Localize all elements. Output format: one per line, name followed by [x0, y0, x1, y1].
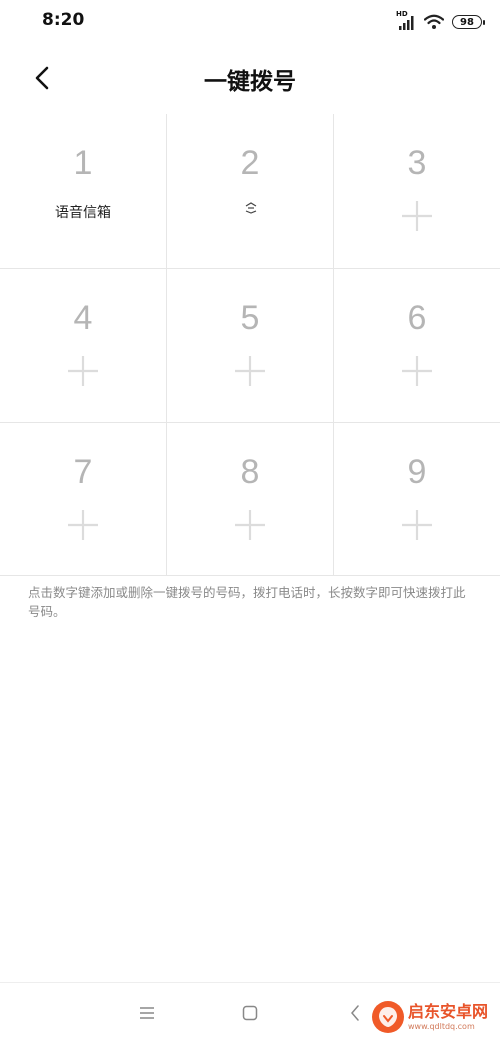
- watermark: 启东安卓网 www.qdltdq.com: [372, 996, 500, 1038]
- home-icon: [242, 1005, 258, 1021]
- plus-icon: [68, 510, 98, 540]
- speed-dial-key-1[interactable]: 1 语音信箱: [0, 114, 166, 268]
- plus-icon: [235, 510, 265, 540]
- plus-icon: [402, 201, 432, 231]
- key-number: 6: [407, 299, 427, 337]
- speed-dial-grid: 1 语音信箱 2 3 4 5 6 7 8 9: [0, 114, 500, 576]
- key-number: 7: [73, 453, 93, 491]
- voicemail-label: 语音信箱: [55, 205, 111, 221]
- key-number: 1: [73, 144, 93, 182]
- page-title: 一键拨号: [204, 69, 296, 95]
- battery-level: 98: [460, 16, 474, 28]
- header: 一键拨号: [0, 44, 500, 114]
- key-number: 8: [240, 453, 260, 491]
- speed-dial-key-5[interactable]: 5: [167, 269, 333, 423]
- watermark-logo-icon: [372, 1001, 404, 1033]
- back-icon: [351, 1005, 359, 1021]
- home-button[interactable]: [238, 1001, 262, 1025]
- watermark-title: 启东安卓网: [408, 1001, 489, 1021]
- signal-icon: HD: [396, 10, 416, 31]
- speed-dial-key-6[interactable]: 6: [334, 269, 500, 423]
- speed-dial-key-3[interactable]: 3: [334, 114, 500, 268]
- key-number: 5: [240, 299, 260, 337]
- battery-icon: 98: [452, 15, 485, 29]
- speed-dial-key-9[interactable]: 9: [334, 423, 500, 577]
- speed-dial-key-7[interactable]: 7: [0, 423, 166, 577]
- plus-icon: [68, 356, 98, 386]
- status-bar: 8:20 HD 98: [0, 0, 500, 44]
- key-number: 4: [73, 299, 93, 337]
- status-icons: HD 98: [396, 10, 485, 32]
- system-back-button[interactable]: [343, 1001, 367, 1025]
- plus-icon: [402, 356, 432, 386]
- menu-icon: [140, 1007, 154, 1019]
- key-number: 2: [240, 144, 260, 182]
- contact-icon: [245, 202, 257, 214]
- status-time: 8:20: [42, 10, 85, 30]
- speed-dial-key-8[interactable]: 8: [167, 423, 333, 577]
- speed-dial-key-2[interactable]: 2: [167, 114, 333, 268]
- speed-dial-key-4[interactable]: 4: [0, 269, 166, 423]
- watermark-url: www.qdltdq.com: [408, 1021, 475, 1031]
- plus-icon: [235, 356, 265, 386]
- watermark-text: 启东安卓网 www.qdltdq.com: [408, 1001, 489, 1031]
- key-number: 9: [407, 453, 427, 491]
- menu-button[interactable]: [135, 1001, 159, 1025]
- plus-icon: [402, 510, 432, 540]
- key-number: 3: [407, 144, 427, 182]
- hint-text: 点击数字键添加或删除一键拨号的号码，拨打电话时，长按数字即可快速拨打此号码。: [28, 585, 466, 619]
- wifi-icon: [424, 14, 444, 29]
